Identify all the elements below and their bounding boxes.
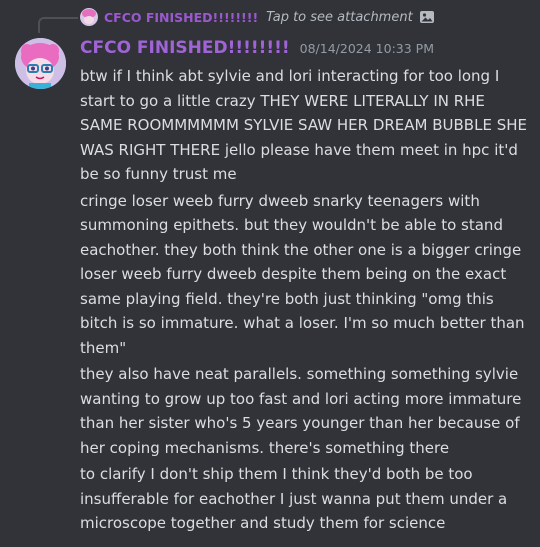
avatar[interactable]: [15, 38, 66, 89]
username[interactable]: CFCO FINISHED!!!!!!!!: [80, 38, 290, 58]
message-text: to clarify I don't ship them I think the…: [80, 465, 508, 532]
avatar-image: [15, 38, 66, 89]
reply-avatar[interactable]: [80, 8, 98, 26]
timestamp[interactable]: 08/14/2024 10:33 PM: [300, 41, 434, 56]
message-text: they also have neat parallels. something…: [80, 365, 522, 457]
reply-preview[interactable]: CFCO FINISHED!!!!!!!! Tap to see attachm…: [80, 6, 435, 28]
message-text: cringe loser weeb furry dweeb snarky tee…: [80, 191, 525, 357]
image-icon: [419, 11, 434, 23]
reply-author[interactable]: CFCO FINISHED!!!!!!!!: [104, 10, 258, 25]
message-text: btw if I think abt sylvie and lori inter…: [80, 67, 527, 183]
reply-spine: [38, 17, 78, 33]
message-group: btw if I think abt sylvie and lori inter…: [80, 64, 532, 538]
message-header: CFCO FINISHED!!!!!!!! 08/14/2024 10:33 P…: [80, 38, 434, 58]
reply-text[interactable]: Tap to see attachment: [266, 10, 413, 25]
